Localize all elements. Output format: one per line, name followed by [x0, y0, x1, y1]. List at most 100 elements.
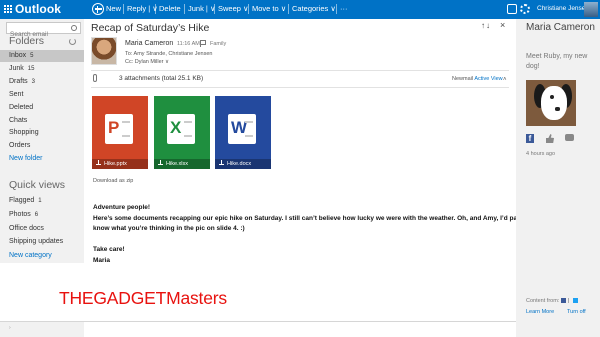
- more-actions-button[interactable]: ···: [340, 4, 348, 13]
- new-category-link[interactable]: New category: [0, 250, 84, 262]
- attachment-name-bar[interactable]: Hike.docx: [215, 159, 271, 169]
- attachment-tile-docx[interactable]: W Hike.docx: [215, 96, 271, 169]
- toolbar-divider: [155, 4, 156, 14]
- folder-drafts[interactable]: Drafts 3: [0, 76, 84, 88]
- prev-next-arrows-icon[interactable]: ↑↓: [481, 21, 491, 30]
- content-from-label: Content from:: [526, 298, 560, 304]
- folder-sent[interactable]: Sent: [0, 89, 84, 101]
- quick-view-flagged[interactable]: Flagged 1: [0, 195, 84, 207]
- download-as-zip-link[interactable]: Download as zip: [93, 178, 133, 184]
- folder-label: Shopping: [9, 129, 39, 136]
- folder-orders[interactable]: Orders: [0, 140, 84, 152]
- item-count: 6: [34, 212, 39, 218]
- folder-label: Orders: [9, 142, 31, 149]
- quick-view-photos[interactable]: Photos 6: [0, 209, 84, 221]
- reply-button[interactable]: Reply | ∨: [127, 4, 158, 13]
- body-closing: Take care!: [93, 246, 125, 253]
- chat-icon[interactable]: [507, 4, 517, 14]
- toolbar-divider: [184, 4, 185, 14]
- quick-views-heading[interactable]: Quick views: [9, 179, 65, 191]
- refresh-icon[interactable]: [69, 38, 76, 45]
- item-count: 1: [38, 198, 42, 204]
- sender-avatar[interactable]: [91, 37, 117, 65]
- attachment-name: Hike.xlsx: [166, 161, 189, 167]
- message-time: 11:16 AM: [177, 41, 200, 47]
- new-icon[interactable]: [92, 3, 104, 15]
- flag-icon[interactable]: [200, 40, 206, 47]
- collapse-caret-icon[interactable]: ˄: [503, 77, 507, 83]
- powerpoint-icon: P: [105, 114, 133, 144]
- search-box[interactable]: [6, 22, 81, 40]
- unread-count: 3: [31, 79, 36, 85]
- body-line: know what you’re thinking in the pic on …: [93, 225, 245, 232]
- like-icon[interactable]: [546, 134, 554, 143]
- folder-junk[interactable]: Junk 15: [0, 63, 84, 75]
- attachment-name-bar[interactable]: Hike.xlsx: [154, 159, 210, 169]
- people-pane: Maria Cameron Meet Ruby, my new dog! f 4…: [516, 19, 600, 337]
- toolbar-divider: [336, 4, 337, 14]
- paperclip-icon: [93, 74, 97, 82]
- comment-icon[interactable]: [565, 134, 574, 141]
- move-to-button[interactable]: Move to ∨: [252, 4, 286, 13]
- junk-button[interactable]: Junk | ∨: [188, 4, 215, 13]
- quick-view-label: Flagged: [9, 197, 35, 204]
- attachment-tile-xlsx[interactable]: X Hike.xlsx: [154, 96, 210, 169]
- attachment-name: Hike.docx: [227, 161, 252, 167]
- download-icon[interactable]: [219, 160, 224, 165]
- user-name[interactable]: Christiane Jensen: [537, 5, 589, 12]
- search-icon[interactable]: [71, 25, 77, 31]
- contact-status: Meet Ruby, my new dog!: [526, 53, 588, 70]
- delete-button[interactable]: Delete: [159, 4, 181, 13]
- folders-heading[interactable]: Folders: [9, 35, 44, 47]
- folder-label: Chats: [9, 117, 28, 124]
- folder-chats[interactable]: Chats: [0, 115, 84, 127]
- sender-name[interactable]: Maria Cameron: [125, 40, 173, 47]
- toolbar-divider: [288, 4, 289, 14]
- sweep-button[interactable]: Sweep ∨: [218, 4, 249, 13]
- app-title[interactable]: Outlook: [15, 2, 61, 16]
- status-time: 4 hours ago: [526, 151, 556, 157]
- download-icon[interactable]: [96, 160, 101, 165]
- facebook-icon[interactable]: f: [526, 134, 534, 143]
- quick-view-label: Photos: [9, 211, 31, 218]
- view-switcher[interactable]: Newmail Active View: [452, 76, 503, 82]
- download-icon[interactable]: [158, 160, 163, 165]
- app-launcher-icon[interactable]: [4, 5, 12, 13]
- quick-view-office-docs[interactable]: Office docs: [0, 223, 84, 235]
- attachment-name: Hike.pptx: [104, 161, 127, 167]
- new-button[interactable]: New: [106, 4, 121, 13]
- message-subject: Recap of Saturday’s Hike: [91, 22, 210, 34]
- cc-recipients[interactable]: Cc: Dylan Miller ∨: [125, 59, 169, 65]
- attachments-divider: [91, 87, 509, 88]
- category-label[interactable]: Family: [210, 41, 226, 47]
- gear-icon[interactable]: [520, 4, 530, 14]
- quick-view-shipping-updates[interactable]: Shipping updates: [0, 236, 84, 248]
- toolbar-divider: [123, 4, 124, 14]
- folder-label: Junk: [9, 65, 24, 72]
- folder-shopping[interactable]: Shopping: [0, 127, 84, 139]
- attachment-name-bar[interactable]: Hike.pptx: [92, 159, 148, 169]
- folder-label: Deleted: [9, 104, 34, 111]
- quick-view-label: Office docs: [9, 225, 44, 232]
- learn-more-link[interactable]: Learn More: [526, 309, 554, 315]
- user-avatar[interactable]: [584, 2, 598, 17]
- to-recipients: To: Amy Strande, Christiane Jensen: [125, 51, 213, 57]
- toolbar-divider: [248, 4, 249, 14]
- contact-name[interactable]: Maria Cameron: [526, 22, 595, 34]
- categories-button[interactable]: Categories ∨: [292, 4, 336, 13]
- turn-off-link[interactable]: Turn off: [567, 309, 586, 315]
- newmail-view-label[interactable]: Newmail: [452, 76, 473, 82]
- close-icon[interactable]: ×: [500, 20, 505, 30]
- attachments-summary: 3 attachments (total 25.1 KB): [119, 75, 204, 82]
- folder-label: Drafts: [9, 78, 28, 85]
- facebook-icon: [561, 298, 567, 304]
- new-folder-link[interactable]: New folder: [0, 153, 84, 165]
- folder-deleted[interactable]: Deleted: [0, 102, 84, 114]
- status-photo[interactable]: [526, 80, 576, 126]
- quick-view-label: Shipping updates: [9, 238, 64, 245]
- file-type-letter: P: [108, 118, 120, 137]
- attachment-tile-pptx[interactable]: P Hike.pptx: [92, 96, 148, 169]
- active-view-link[interactable]: Active View: [474, 76, 502, 82]
- folder-inbox[interactable]: Inbox 5: [0, 50, 84, 62]
- content-source: Content from:: [526, 298, 579, 304]
